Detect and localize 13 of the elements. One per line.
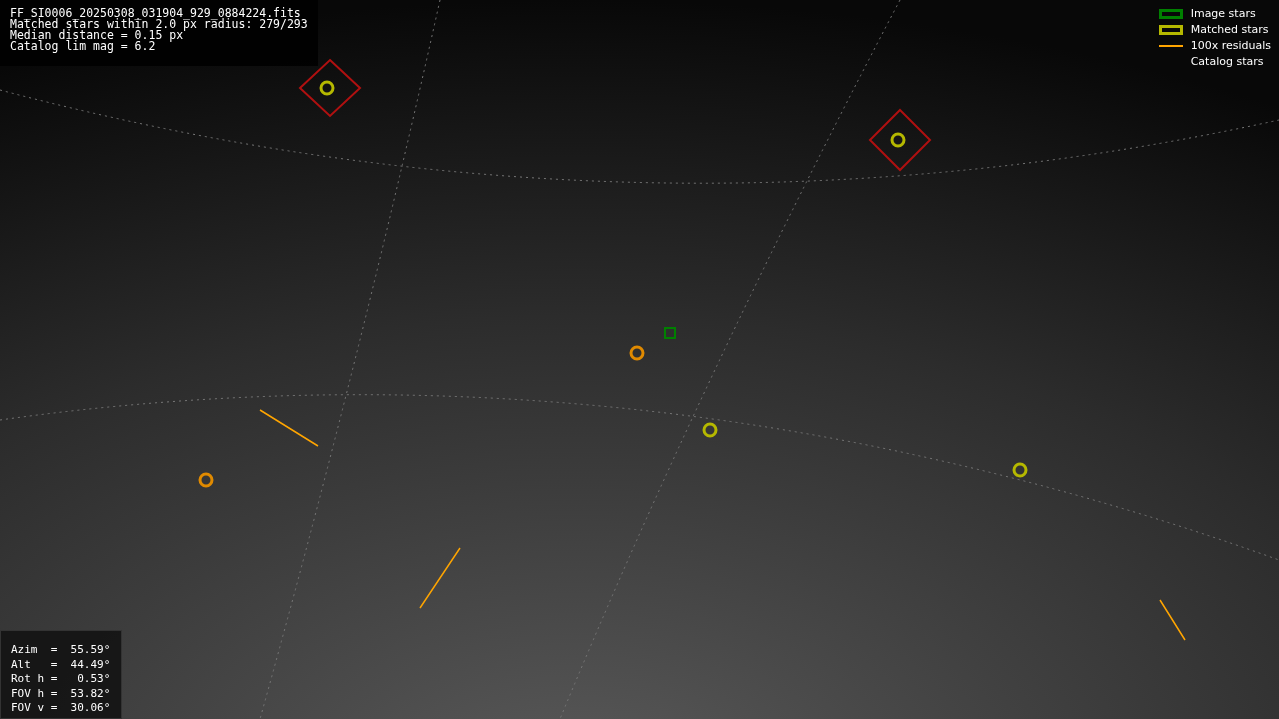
info-text: Median distance = 0.15 px (10, 30, 184, 41)
legend-label: Catalog stars (1190, 53, 1264, 70)
pointing-text: Rot h = 0.53° (11, 672, 111, 687)
pointing-text: FOV v = 30.06° (11, 701, 111, 716)
legend-label: Image stars (1190, 5, 1256, 22)
legend-label: Matched stars (1190, 21, 1269, 38)
info-text: FF_SI0006_20250308_031904_929_0884224.fits (10, 8, 301, 19)
info-text: Matched stars within 2.0 px radius: 279/293 (10, 19, 308, 30)
pointing-text: Alt = 44.49° (11, 657, 111, 673)
pointing-text: Azim = 55.59° (11, 643, 111, 658)
legend-label: 100x residuals (1190, 37, 1271, 54)
info-text: Catalog lim mag = 6.2 (10, 41, 157, 52)
pointing-text: FOV h = 53.82° (11, 686, 111, 702)
